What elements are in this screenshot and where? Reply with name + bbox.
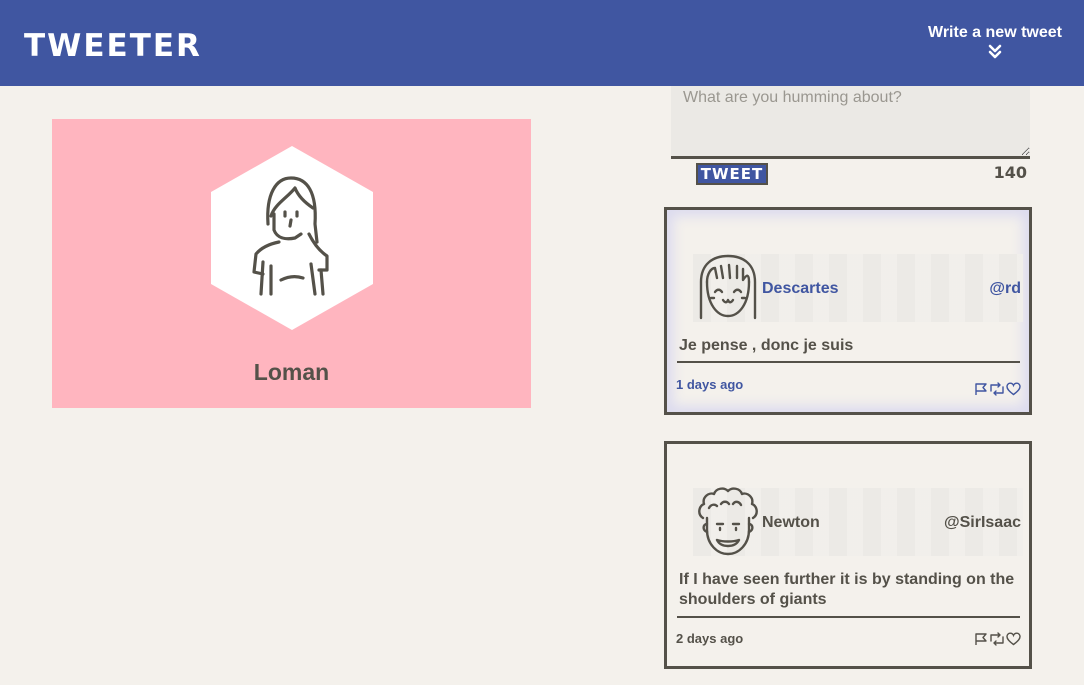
retweet-icon[interactable] <box>988 382 1006 396</box>
tweet-divider <box>677 616 1020 618</box>
tweet-author[interactable]: Descartes <box>762 280 839 298</box>
brand-logo[interactable]: TWEETER <box>24 28 202 64</box>
profile-name: Loman <box>253 359 330 385</box>
tweet-handle[interactable]: @SirIsaac <box>944 514 1021 532</box>
tweet-content: If I have seen further it is by standing… <box>679 571 1015 608</box>
flag-icon[interactable] <box>974 632 988 646</box>
tweet-timestamp: 2 days ago <box>676 631 744 646</box>
new-tweet-form: TWEET 140 <box>671 86 1031 185</box>
tweet-card: Descartes @rd Je pense , donc je suis 1 … <box>664 207 1032 415</box>
write-new-tweet-toggle[interactable]: Write a new tweet <box>920 24 1070 60</box>
tweet-timestamp: 1 days ago <box>676 377 744 392</box>
composer-divider <box>671 156 1030 159</box>
tweet-text-input[interactable] <box>671 86 1030 156</box>
char-counter: 140 <box>993 163 1027 182</box>
girl-bangs-avatar-icon <box>699 254 757 320</box>
tweet-actions <box>974 632 1021 646</box>
tweet-submit-button[interactable]: TWEET <box>696 163 768 185</box>
profile-card: Loman <box>52 119 531 408</box>
heart-icon[interactable] <box>1006 632 1021 646</box>
flag-icon[interactable] <box>974 382 988 396</box>
tweet-author[interactable]: Newton <box>762 514 820 532</box>
top-navbar: TWEETER Write a new tweet <box>0 0 1084 86</box>
double-chevron-down-icon[interactable] <box>988 44 1002 60</box>
tweet-handle[interactable]: @rd <box>989 280 1021 298</box>
profile-avatar <box>211 146 373 330</box>
retweet-icon[interactable] <box>988 632 1006 646</box>
tweet-actions <box>974 382 1021 396</box>
curly-hair-avatar-icon <box>698 487 758 556</box>
write-new-tweet-label[interactable]: Write a new tweet <box>920 24 1070 42</box>
tweet-divider <box>677 361 1020 363</box>
tweet-content: Je pense , donc je suis <box>679 337 854 354</box>
tweet-card: Newton @SirIsaac If I have seen further … <box>664 441 1032 669</box>
heart-icon[interactable] <box>1006 382 1021 396</box>
